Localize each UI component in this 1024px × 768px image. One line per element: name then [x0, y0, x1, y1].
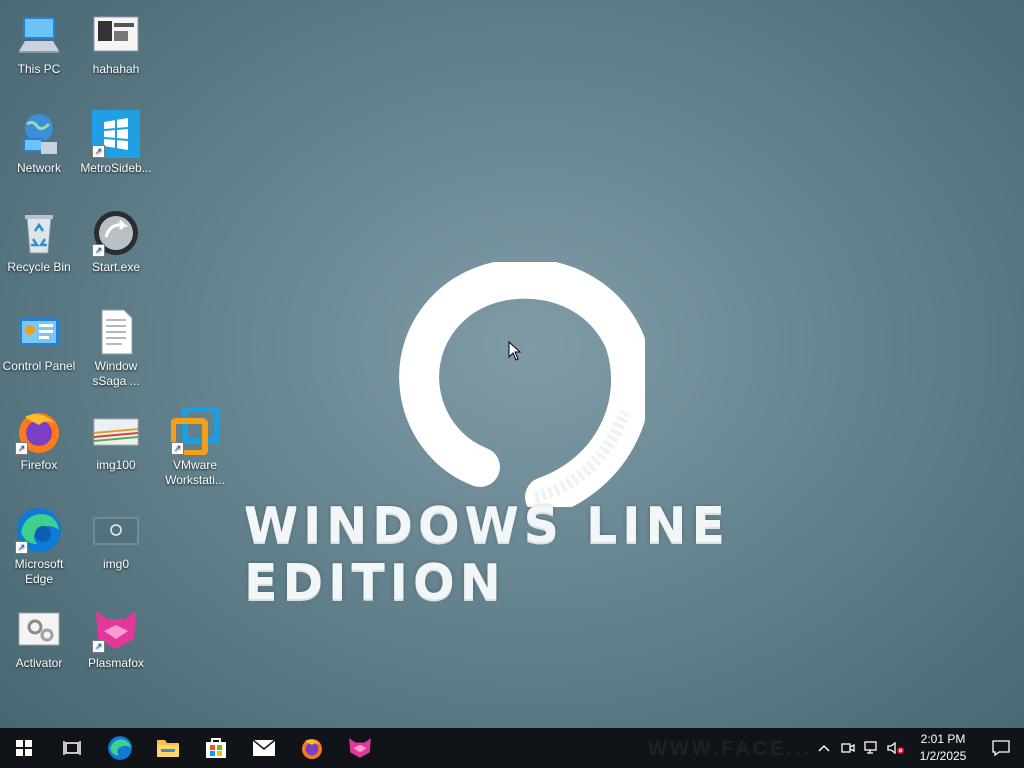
- volume-muted-icon: [887, 741, 904, 755]
- taskbar-plasmafox-button[interactable]: [336, 728, 384, 768]
- mouse-cursor-icon: [508, 340, 522, 361]
- volume-button[interactable]: [884, 728, 908, 768]
- firefox-icon: [302, 739, 322, 759]
- shortcut-arrow-icon: ↗: [92, 145, 105, 158]
- shortcut-arrow-icon: ↗: [92, 244, 105, 257]
- meet-now-button[interactable]: [836, 728, 860, 768]
- watermark-text: WWW.FACE...: [648, 738, 813, 760]
- desktop-icon-label: Plasmafox: [87, 656, 145, 670]
- this-pc-icon: [15, 11, 63, 59]
- desktop-icon-label: Microsoft Edge: [14, 557, 64, 586]
- desktop-icon-label: This PC: [17, 62, 61, 76]
- desktop-icon-img100[interactable]: img100: [78, 398, 154, 473]
- desktop-icon-img0[interactable]: img0: [78, 497, 154, 572]
- store-icon: [206, 738, 226, 758]
- recycle-bin-icon: [15, 209, 63, 257]
- desktop-icon-start-exe[interactable]: ↗ Start.exe: [78, 200, 154, 275]
- network-icon: [864, 741, 877, 754]
- start-icon: [16, 740, 32, 756]
- taskbar-store-button[interactable]: [192, 728, 240, 768]
- desktop-icon-microsoft-edge[interactable]: ↗ Microsoft Edge: [1, 497, 77, 587]
- taskbar-mail-button[interactable]: [240, 728, 288, 768]
- desktop-icon-label: Window sSaga ...: [92, 359, 140, 388]
- network-status-button[interactable]: [860, 728, 884, 768]
- desktop-icon-firefox[interactable]: ↗ Firefox: [1, 398, 77, 473]
- desktop-icon-label: VMware Workstati...: [165, 458, 225, 487]
- taskbar-edge-button[interactable]: [96, 728, 144, 768]
- show-hidden-icons-button[interactable]: [812, 728, 836, 768]
- shortcut-arrow-icon: ↗: [171, 442, 184, 455]
- desktop-icon-label: img0: [102, 557, 129, 571]
- desktop-icon-label: Network: [16, 161, 61, 175]
- chevron-up-icon: [818, 744, 830, 752]
- network-icon: [15, 110, 63, 158]
- desktop-icon-hahahah[interactable]: hahahah: [78, 2, 154, 77]
- clock-time: 2:01 PM: [920, 732, 966, 746]
- desktop-icon-windowssaga[interactable]: Window sSaga ...: [78, 299, 154, 389]
- mail-icon: [252, 739, 276, 756]
- text-document-icon: [92, 308, 140, 356]
- taskbar-firefox-button[interactable]: [288, 728, 336, 768]
- image-file-icon: [92, 11, 140, 59]
- desktop-icon-label: hahahah: [92, 62, 140, 76]
- taskbar: WWW.FACE... 2:01 PM 1/2/2025: [0, 728, 1024, 768]
- file-explorer-icon: [157, 740, 179, 757]
- firefox-icon: ↗: [15, 407, 63, 455]
- edge-icon: ↗: [15, 506, 63, 554]
- metro-sidebar-icon: ↗: [92, 110, 140, 158]
- desktop-icon-network[interactable]: Network: [1, 101, 77, 176]
- desktop-icon-label: Recycle Bin: [7, 260, 71, 274]
- clock-date: 1/2/2025: [919, 749, 967, 763]
- desktop-icon-vmware[interactable]: ↗ VMware Workstati...: [157, 398, 233, 488]
- desktop-icon-this-pc[interactable]: This PC: [1, 2, 77, 77]
- action-center-button[interactable]: [978, 728, 1024, 768]
- plasmafox-icon: [349, 738, 371, 758]
- start-exe-icon: ↗: [92, 209, 140, 257]
- image-file-icon: [92, 506, 140, 554]
- desktop-icon-label: MetroSideb...: [80, 161, 152, 175]
- task-view-button[interactable]: [48, 728, 96, 768]
- task-view-icon: [63, 741, 81, 755]
- wallpaper-brush-circle: [385, 258, 652, 517]
- taskbar-file-explorer-button[interactable]: [144, 728, 192, 768]
- desktop-icon-label: img100: [96, 458, 136, 472]
- desktop-icon-activator[interactable]: Activator: [1, 596, 77, 671]
- vmware-icon: ↗: [170, 406, 220, 456]
- desktop-icon-metrosidebar[interactable]: ↗ MetroSideb...: [78, 101, 154, 176]
- desktop-icon-plasmafox[interactable]: ↗ Plasmafox: [78, 596, 154, 671]
- taskbar-clock[interactable]: 2:01 PM 1/2/2025: [908, 731, 978, 765]
- desktop-icon-recycle-bin[interactable]: Recycle Bin: [1, 200, 77, 275]
- edge-icon: [108, 736, 132, 760]
- meet-now-icon: [841, 743, 855, 753]
- wallpaper-title: Windows Line Edition: [244, 497, 730, 611]
- plasmafox-icon: ↗: [92, 605, 140, 653]
- image-file-icon: [92, 407, 140, 455]
- desktop: This PC Network Recycle Bin Control Pane…: [0, 0, 1024, 728]
- desktop-icon-label: Control Panel: [2, 359, 76, 373]
- shortcut-arrow-icon: ↗: [92, 640, 105, 653]
- shortcut-arrow-icon: ↗: [15, 442, 28, 455]
- system-tray: 2:01 PM 1/2/2025: [812, 728, 1024, 768]
- start-button[interactable]: [0, 728, 48, 768]
- notification-icon: [992, 740, 1010, 756]
- control-panel-icon: [15, 308, 63, 356]
- desktop-icon-label: Start.exe: [91, 260, 141, 274]
- desktop-icon-control-panel[interactable]: Control Panel: [1, 299, 77, 374]
- desktop-icon-label: Activator: [15, 656, 63, 670]
- activator-icon: [15, 605, 63, 653]
- desktop-icon-label: Firefox: [20, 458, 58, 472]
- shortcut-arrow-icon: ↗: [15, 541, 28, 554]
